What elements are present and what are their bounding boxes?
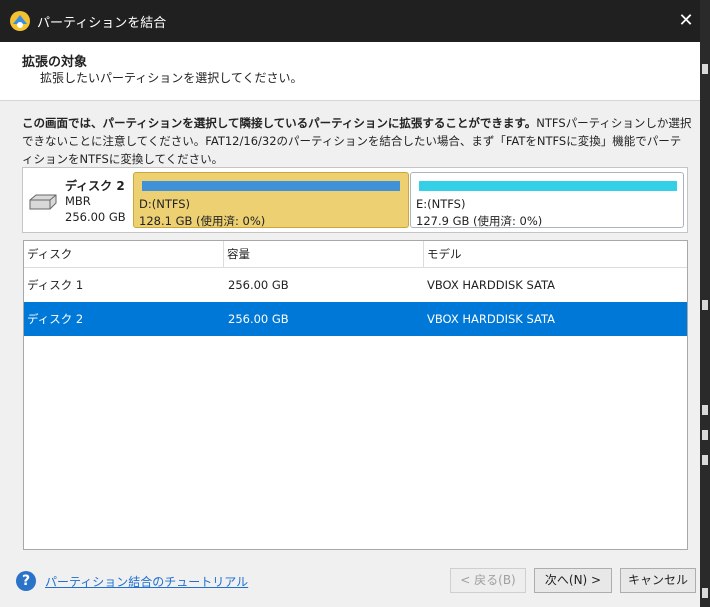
column-header-model[interactable]: モデル: [424, 241, 687, 267]
header-title: 拡張の対象: [22, 55, 88, 70]
disk-type: MBR: [65, 194, 91, 208]
partition-label: E:(NTFS): [416, 197, 466, 211]
partition-usage-bar: [142, 181, 400, 191]
title-bar: パーティションを結合 ✕: [0, 0, 700, 42]
partition-info: 127.9 GB (使用済: 0%): [416, 214, 543, 228]
back-button[interactable]: < 戻る(B): [450, 568, 526, 593]
description-bold: この画面では、パーティションを選択して隣接しているパーティションに拡張することが…: [22, 116, 537, 130]
background-window-edge: [700, 0, 710, 607]
cell-model: VBOX HARDDISK SATA: [427, 312, 555, 326]
background-mark: [702, 455, 708, 465]
window-title: パーティションを結合: [37, 16, 167, 31]
cell-disk: ディスク 2: [27, 312, 84, 326]
close-button[interactable]: ✕: [672, 7, 700, 35]
tutorial-link[interactable]: パーティション結合のチュートリアル: [45, 573, 248, 590]
description-text: この画面では、パーティションを選択して隣接しているパーティションに拡張することが…: [22, 114, 692, 168]
disk-name: ディスク 2: [65, 179, 125, 193]
table-row[interactable]: ディスク 1 256.00 GB VBOX HARDDISK SATA: [24, 268, 687, 302]
partition-e[interactable]: E:(NTFS) 127.9 GB (使用済: 0%): [410, 172, 684, 228]
cell-capacity: 256.00 GB: [228, 312, 289, 326]
cancel-button[interactable]: キャンセル: [620, 568, 696, 593]
table-row-selected[interactable]: ディスク 2 256.00 GB VBOX HARDDISK SATA: [24, 302, 687, 336]
wizard-header: 拡張の対象 拡張したいパーティションを選択してください。: [0, 42, 700, 101]
background-mark: [702, 405, 708, 415]
column-header-capacity[interactable]: 容量: [224, 241, 424, 267]
cell-capacity: 256.00 GB: [228, 278, 289, 292]
header-subtitle: 拡張したいパーティションを選択してください。: [40, 71, 303, 85]
background-mark: [702, 300, 708, 310]
hard-disk-icon: [29, 194, 57, 210]
next-button[interactable]: 次へ(N) >: [534, 568, 612, 593]
table-header: ディスク 容量 モデル: [24, 241, 687, 268]
disk-table: ディスク 容量 モデル ディスク 1 256.00 GB VBOX HARDDI…: [23, 240, 688, 550]
cell-model: VBOX HARDDISK SATA: [427, 278, 555, 292]
disk-size: 256.00 GB: [65, 210, 126, 224]
partition-label: D:(NTFS): [139, 197, 191, 211]
background-mark: [702, 64, 708, 74]
partition-info: 128.1 GB (使用済: 0%): [139, 214, 266, 228]
disk-map: ディスク 2 MBR 256.00 GB D:(NTFS) 128.1 GB (…: [22, 167, 688, 233]
app-icon: [10, 11, 30, 31]
column-header-disk[interactable]: ディスク: [24, 241, 224, 267]
help-icon[interactable]: ?: [16, 571, 36, 591]
background-mark: [702, 430, 708, 440]
partition-d[interactable]: D:(NTFS) 128.1 GB (使用済: 0%): [133, 172, 409, 228]
merge-partition-dialog: パーティションを結合 ✕ 拡張の対象 拡張したいパーティションを選択してください…: [0, 0, 701, 607]
partition-usage-bar: [419, 181, 677, 191]
cell-disk: ディスク 1: [27, 278, 84, 292]
background-mark: [702, 588, 708, 598]
